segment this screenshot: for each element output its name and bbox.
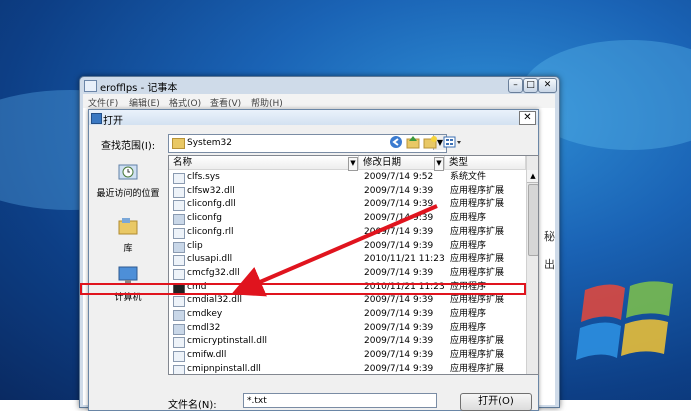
annotation-arrow-line — [231, 204, 438, 297]
annotation-arrow — [231, 204, 438, 297]
